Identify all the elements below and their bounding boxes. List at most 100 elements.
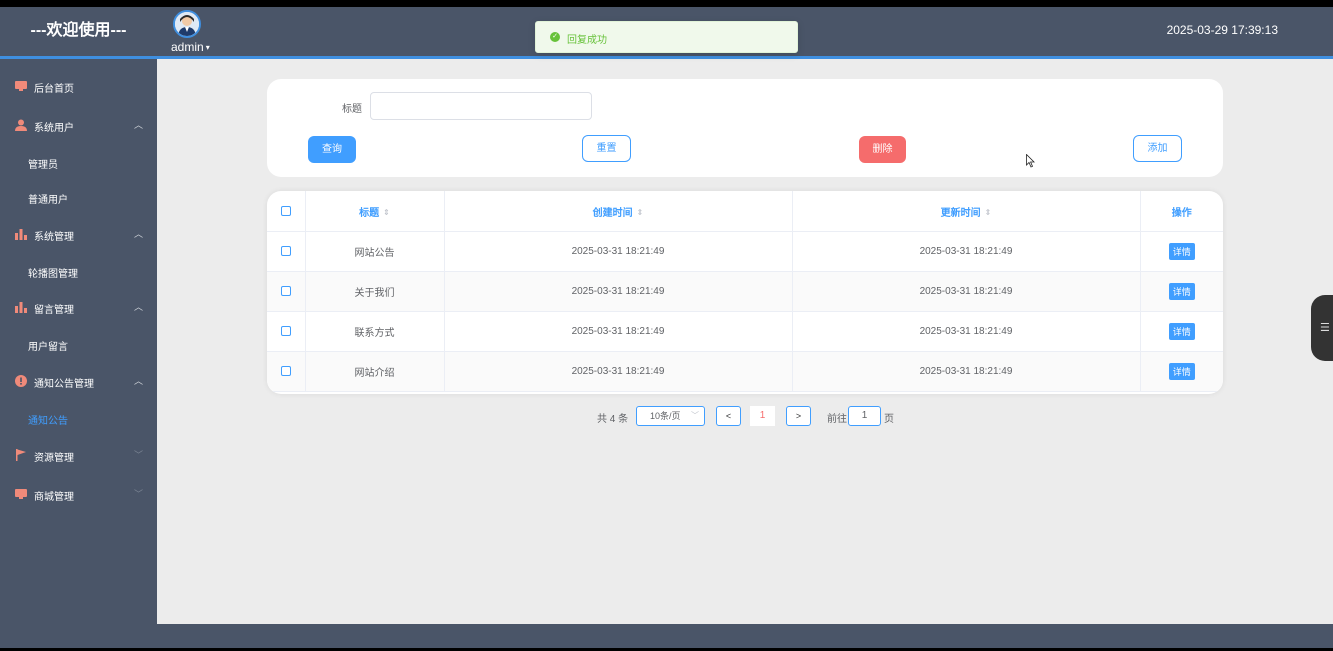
pagination-total: 共 4 条 bbox=[597, 414, 629, 425]
column-header-action: 操作 bbox=[1140, 191, 1223, 232]
table-row: 关于我们 2025-03-31 18:21:49 2025-03-31 18:2… bbox=[267, 271, 1223, 312]
search-panel: 标题 查询 重置 删除 添加 bbox=[267, 79, 1223, 177]
alert-icon bbox=[15, 375, 27, 387]
row-select-cell[interactable] bbox=[267, 231, 306, 272]
title-search-input[interactable] bbox=[370, 92, 592, 120]
cell-created: 2025-03-31 18:21:49 bbox=[444, 311, 793, 352]
monitor-icon bbox=[15, 81, 27, 91]
row-select-cell[interactable] bbox=[267, 351, 306, 392]
row-checkbox[interactable] bbox=[280, 286, 291, 297]
header-datetime: 2025-03-29 17:39:13 bbox=[1166, 23, 1278, 37]
column-header-created[interactable]: 创建时间 ⇕ bbox=[444, 191, 793, 232]
column-header-updated[interactable]: 更新时间 ⇕ bbox=[792, 191, 1141, 232]
caret-down-icon: ▾ bbox=[205, 43, 210, 53]
cell-action: 详情 bbox=[1140, 271, 1223, 312]
monitor-icon bbox=[15, 489, 27, 499]
username: admin bbox=[171, 40, 204, 54]
sidebar-item-system-users[interactable]: 系统用户 ︿ bbox=[0, 110, 157, 140]
welcome-title: ---欢迎使用--- bbox=[30, 22, 127, 39]
chevron-down-icon: ﹀ bbox=[134, 450, 144, 460]
sidebar: 后台首页 系统用户 ︿ 管理员 普通用户 系统管理 ︿ 轮播图管理 留言管理 ︿ bbox=[0, 59, 157, 648]
sidebar-item-resource-management[interactable]: 资源管理 ﹀ bbox=[0, 440, 157, 470]
goto-label: 前往 bbox=[827, 414, 847, 425]
bar-chart-icon bbox=[15, 229, 27, 240]
mouse-cursor-icon bbox=[1026, 154, 1035, 168]
sidebar-item-label: 商城管理 bbox=[34, 492, 74, 503]
cell-title: 网站介绍 bbox=[305, 351, 445, 392]
cell-updated: 2025-03-31 18:21:49 bbox=[792, 351, 1141, 392]
cell-action: 详情 bbox=[1140, 311, 1223, 352]
row-select-cell[interactable] bbox=[267, 311, 306, 352]
flag-icon bbox=[16, 449, 26, 461]
cell-action: 详情 bbox=[1140, 351, 1223, 392]
sidebar-item-label: 系统用户 bbox=[34, 123, 74, 134]
user-menu[interactable]: admin ▾ bbox=[171, 40, 210, 54]
sidebar-item-mall-management[interactable]: 商城管理 ﹀ bbox=[0, 479, 157, 509]
cell-title: 关于我们 bbox=[305, 271, 445, 312]
chevron-up-icon: ︿ bbox=[134, 302, 144, 312]
sidebar-subitem-normal-users[interactable]: 普通用户 bbox=[0, 182, 157, 212]
select-all-cell[interactable] bbox=[267, 191, 306, 232]
sidebar-subitem-label: 用户留言 bbox=[28, 342, 68, 353]
bar-chart-icon bbox=[15, 302, 27, 313]
sidebar-subitem-label: 管理员 bbox=[28, 160, 58, 171]
sort-icon[interactable]: ⇕ bbox=[637, 208, 644, 217]
sidebar-item-label: 留言管理 bbox=[34, 305, 74, 316]
chevron-down-icon: ﹀ bbox=[134, 489, 144, 499]
notice-table: 标题 ⇕ 创建时间 ⇕ 更新时间 ⇕ 操作 网站公告 2025-03-31 18:21… bbox=[267, 191, 1223, 394]
row-checkbox[interactable] bbox=[280, 366, 291, 377]
column-header-title[interactable]: 标题 ⇕ bbox=[305, 191, 445, 232]
sidebar-subitem-carousel[interactable]: 轮播图管理 bbox=[0, 256, 157, 286]
table-header-row: 标题 ⇕ 创建时间 ⇕ 更新时间 ⇕ 操作 bbox=[267, 191, 1223, 232]
sidebar-item-label: 通知公告管理 bbox=[34, 379, 94, 390]
title-filter-label: 标题 bbox=[342, 104, 362, 115]
sidebar-item-label: 后台首页 bbox=[34, 84, 74, 95]
user-icon bbox=[15, 119, 27, 131]
next-page-button[interactable]: > bbox=[786, 406, 811, 426]
success-toast: ✓ 回复成功 bbox=[535, 21, 798, 53]
reset-button[interactable]: 重置 bbox=[582, 135, 631, 162]
sidebar-item-system-management[interactable]: 系统管理 ︿ bbox=[0, 219, 157, 249]
goto-page-input[interactable]: 1 bbox=[848, 406, 881, 426]
query-button[interactable]: 查询 bbox=[308, 136, 356, 163]
cell-updated: 2025-03-31 18:21:49 bbox=[792, 271, 1141, 312]
chevron-down-icon: ﹀ bbox=[691, 411, 699, 420]
sort-icon[interactable]: ⇕ bbox=[383, 208, 390, 217]
sidebar-subitem-user-messages[interactable]: 用户留言 bbox=[0, 329, 157, 359]
sidebar-item-message-management[interactable]: 留言管理 ︿ bbox=[0, 292, 157, 322]
sidebar-item-label: 资源管理 bbox=[34, 453, 74, 464]
toast-message: 回复成功 bbox=[567, 35, 607, 46]
cell-created: 2025-03-31 18:21:49 bbox=[444, 271, 793, 312]
delete-button[interactable]: 删除 bbox=[859, 136, 906, 163]
detail-button[interactable]: 详情 bbox=[1168, 323, 1195, 340]
chevron-up-icon: ︿ bbox=[134, 376, 144, 386]
detail-button[interactable]: 详情 bbox=[1168, 363, 1195, 380]
cell-title: 联系方式 bbox=[305, 311, 445, 352]
row-checkbox[interactable] bbox=[280, 246, 291, 257]
chevron-left-icon: < bbox=[725, 411, 732, 421]
sidebar-subitem-notices[interactable]: 通知公告 bbox=[0, 403, 157, 433]
detail-button[interactable]: 详情 bbox=[1168, 243, 1195, 260]
add-button[interactable]: 添加 bbox=[1133, 135, 1182, 162]
sort-icon[interactable]: ⇕ bbox=[985, 208, 992, 217]
page-size-select[interactable]: 10条/页 ﹀ bbox=[636, 406, 705, 426]
sidebar-item-home[interactable]: 后台首页 bbox=[0, 71, 157, 101]
row-select-cell[interactable] bbox=[267, 271, 306, 312]
avatar[interactable] bbox=[173, 10, 201, 38]
sidebar-item-notice-management[interactable]: 通知公告管理 ︿ bbox=[0, 366, 157, 396]
prev-page-button[interactable]: < bbox=[716, 406, 741, 426]
table-row: 联系方式 2025-03-31 18:21:49 2025-03-31 18:2… bbox=[267, 311, 1223, 352]
page-size-value: 10条/页 bbox=[650, 411, 681, 421]
sidebar-item-label: 系统管理 bbox=[34, 232, 74, 243]
sidebar-subitem-admins[interactable]: 管理员 bbox=[0, 147, 157, 177]
cell-created: 2025-03-31 18:21:49 bbox=[444, 351, 793, 392]
select-all-checkbox[interactable] bbox=[280, 205, 291, 216]
cell-updated: 2025-03-31 18:21:49 bbox=[792, 231, 1141, 272]
current-page[interactable]: 1 bbox=[750, 406, 775, 426]
cell-updated: 2025-03-31 18:21:49 bbox=[792, 311, 1141, 352]
detail-button[interactable]: 详情 bbox=[1168, 283, 1195, 300]
chevron-up-icon: ︿ bbox=[134, 229, 144, 239]
side-panel-handle[interactable]: ☰ bbox=[1311, 295, 1333, 361]
row-checkbox[interactable] bbox=[280, 326, 291, 337]
check-circle-icon: ✓ bbox=[550, 32, 560, 42]
